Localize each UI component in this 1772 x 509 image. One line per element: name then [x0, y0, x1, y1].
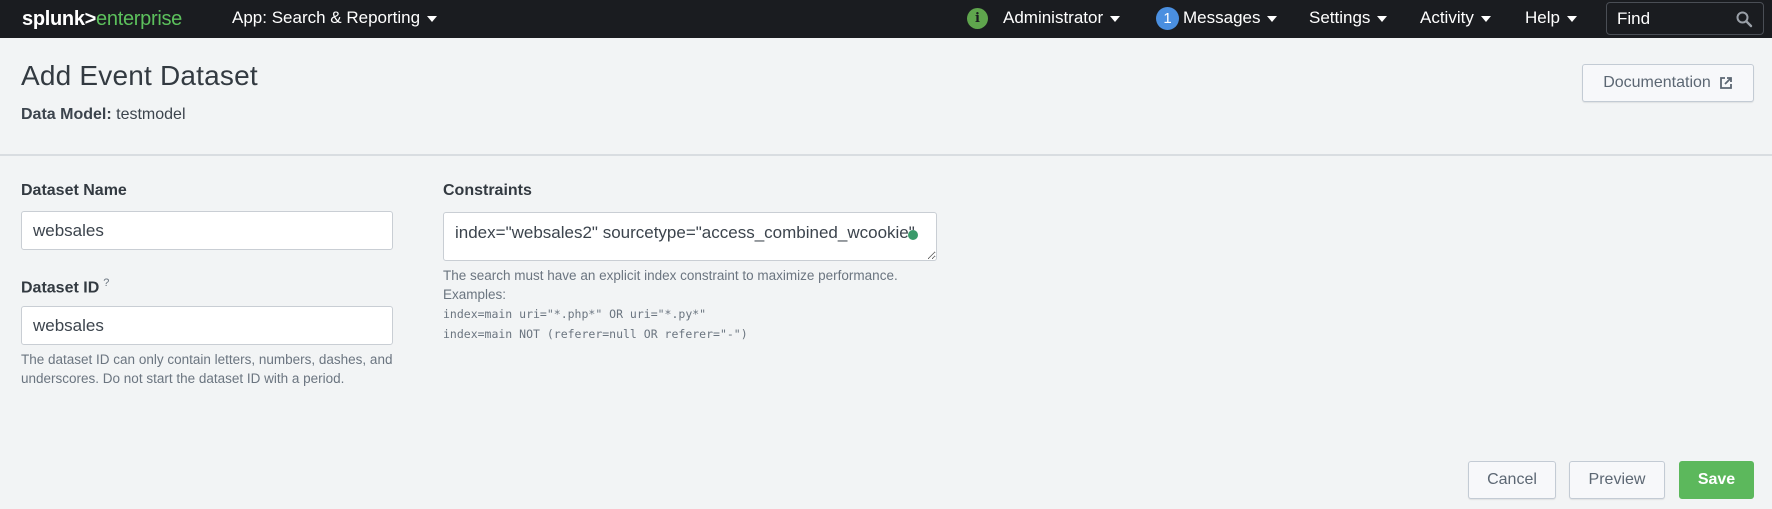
app-menu-label: App: Search & Reporting: [232, 8, 421, 27]
messages-count-badge[interactable]: 1: [1156, 7, 1179, 30]
data-model-info: Data Model: testmodel: [21, 106, 186, 124]
text-cursor-indicator: [908, 230, 918, 240]
constraints-label: Constraints: [443, 182, 532, 199]
save-button[interactable]: Save: [1679, 461, 1754, 499]
dataset-id-input[interactable]: [21, 306, 393, 345]
settings-menu[interactable]: Settings: [1309, 8, 1388, 28]
settings-menu-label: Settings: [1309, 8, 1371, 27]
help-question-icon[interactable]: ?: [103, 277, 109, 289]
help-menu-label: Help: [1525, 8, 1560, 27]
header-divider: [0, 154, 1772, 156]
cancel-button[interactable]: Cancel: [1468, 461, 1556, 499]
activity-menu-label: Activity: [1420, 8, 1474, 27]
info-status-icon[interactable]: i: [967, 8, 988, 29]
splunk-logo[interactable]: splunk>enterprise: [22, 8, 182, 31]
page-header: [0, 38, 1772, 154]
find-input[interactable]: [1617, 9, 1727, 29]
user-menu[interactable]: Administrator: [1003, 8, 1121, 28]
find-search-box: [1606, 2, 1764, 35]
messages-menu[interactable]: Messages: [1183, 8, 1278, 28]
app-menu[interactable]: App: Search & Reporting: [232, 8, 438, 28]
chevron-down-icon: [1480, 16, 1491, 22]
help-menu[interactable]: Help: [1525, 8, 1577, 28]
logo-primary: splunk>: [22, 8, 97, 30]
top-nav-bar: splunk>enterprise App: Search & Reportin…: [0, 0, 1772, 38]
constraints-textarea[interactable]: index="websales2" sourcetype="access_com…: [443, 212, 937, 261]
dataset-id-label: Dataset ID: [21, 279, 100, 297]
chevron-down-icon: [1566, 16, 1577, 22]
search-icon[interactable]: [1735, 10, 1753, 28]
preview-button[interactable]: Preview: [1569, 461, 1665, 499]
dataset-id-label-row: Dataset ID?: [21, 277, 109, 297]
examples-label: Examples:: [443, 287, 507, 302]
example-line: index=main NOT (referer=null OR referer=…: [443, 327, 748, 341]
chevron-down-icon: [1377, 16, 1388, 22]
data-model-label: Data Model:: [21, 106, 112, 123]
documentation-button-label: Documentation: [1603, 74, 1711, 91]
chevron-down-icon: [1110, 16, 1121, 22]
data-model-value: testmodel: [116, 106, 186, 123]
dataset-name-label: Dataset Name: [21, 182, 127, 199]
page-title: Add Event Dataset: [21, 60, 258, 91]
logo-secondary: enterprise: [96, 8, 182, 30]
chevron-down-icon: [427, 16, 438, 22]
constraints-help-text: The search must have an explicit index c…: [443, 268, 898, 283]
chevron-down-icon: [1267, 16, 1278, 22]
dataset-name-input[interactable]: [21, 211, 393, 250]
external-link-icon: [1719, 77, 1732, 89]
example-line: index=main uri="*.php*" OR uri="*.py*": [443, 307, 707, 321]
activity-menu[interactable]: Activity: [1420, 8, 1491, 28]
documentation-button[interactable]: Documentation: [1582, 64, 1754, 102]
messages-menu-label: Messages: [1183, 8, 1261, 27]
dataset-id-help-text: The dataset ID can only contain letters,…: [21, 352, 393, 386]
user-menu-label: Administrator: [1003, 8, 1104, 27]
